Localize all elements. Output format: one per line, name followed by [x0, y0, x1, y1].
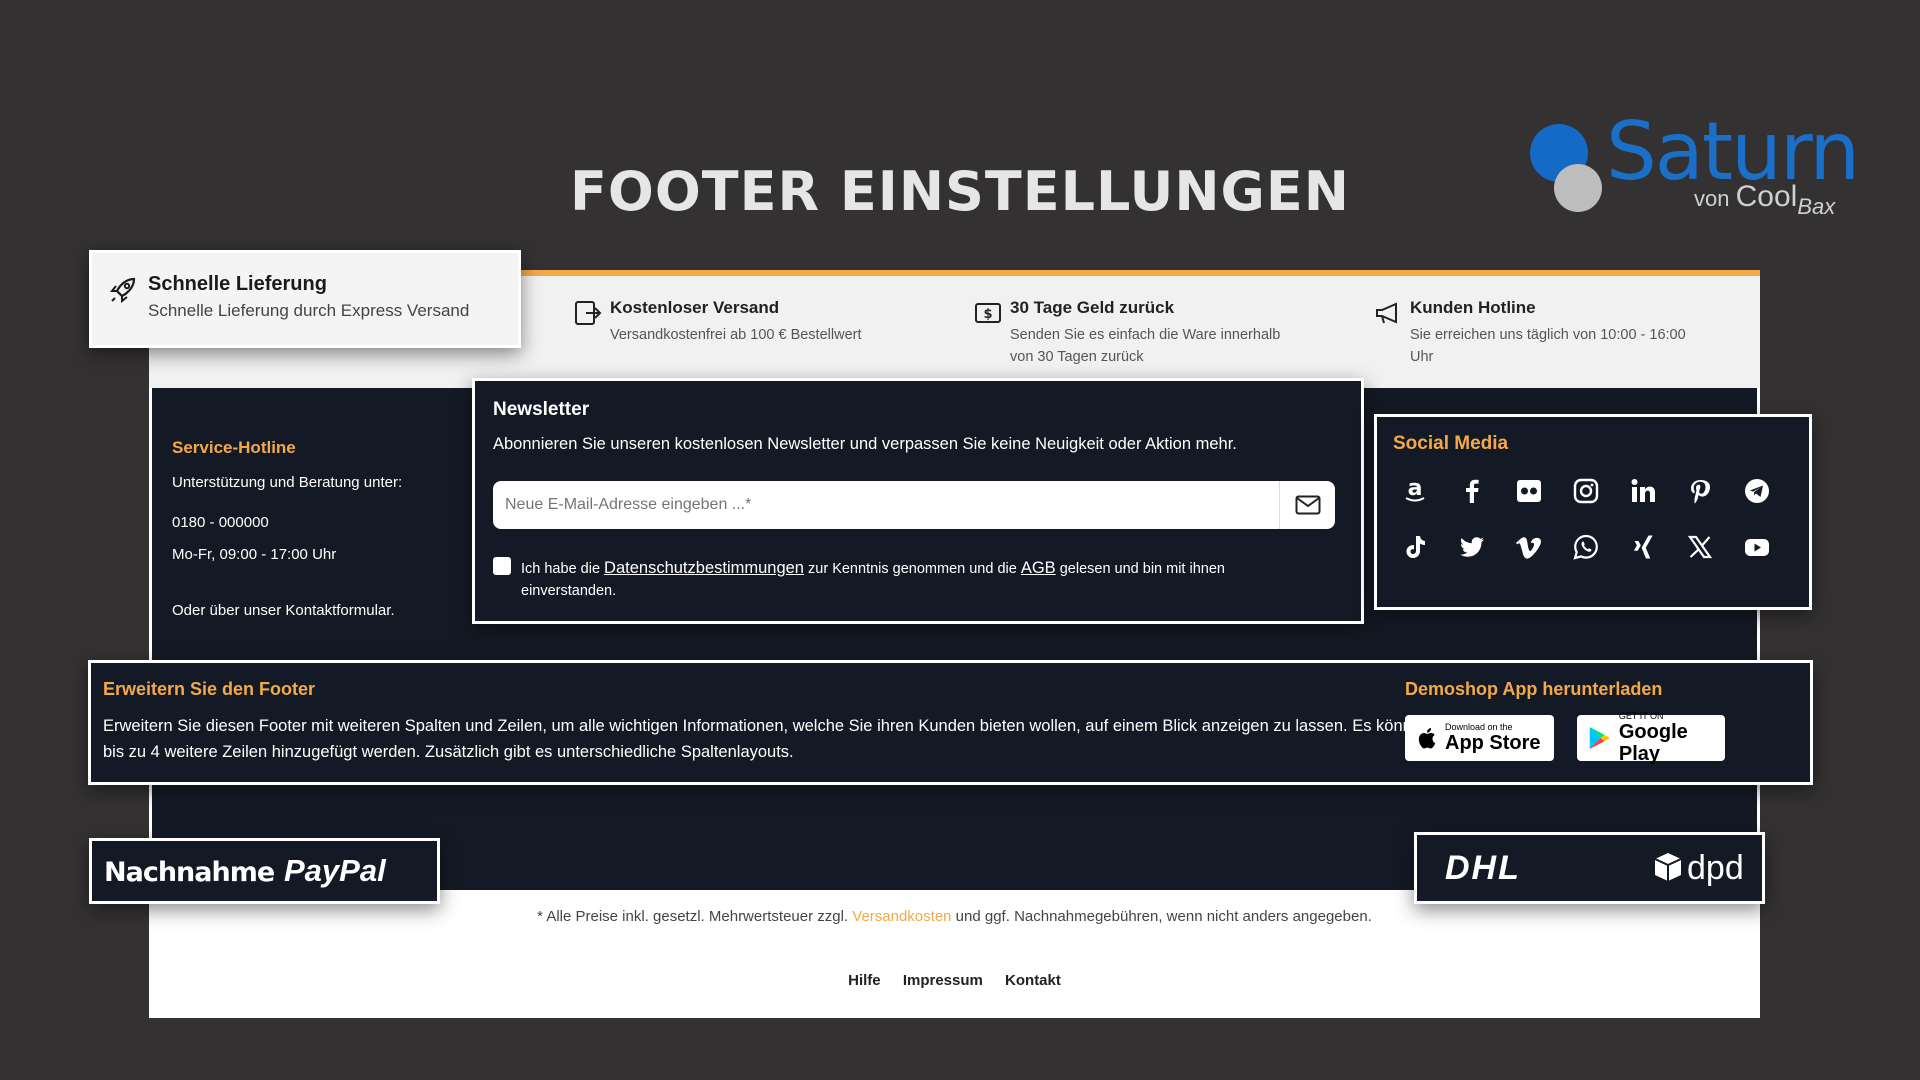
- svg-text:$: $: [983, 307, 992, 322]
- consent-checkbox[interactable]: [493, 557, 511, 575]
- dpd-logo: dpd: [1653, 849, 1744, 888]
- hotline-title: Service-Hotline: [172, 438, 296, 457]
- price-note: * Alle Preise inkl. gesetzl. Mehrwertste…: [149, 908, 1760, 925]
- email-input[interactable]: [505, 481, 1265, 529]
- newsletter-panel: Newsletter Abonnieren Sie unseren kosten…: [472, 378, 1364, 624]
- google-play-big-text: Google Play: [1618, 721, 1688, 765]
- payment-methods-panel: Nachnahme PayPal: [89, 838, 440, 904]
- usp-desc: Sie erreichen uns täglich von 10:00 - 16…: [1410, 324, 1686, 368]
- consent-mid: zur Kenntnis genommen und die: [804, 561, 1021, 577]
- usp-desc-line2: Uhr: [1410, 349, 1434, 365]
- usp-fast-delivery: Schnelle Lieferung Schnelle Lieferung du…: [89, 250, 521, 348]
- dollar-bill-icon: $: [975, 303, 1001, 323]
- note-post: und ggf. Nachnahmegebühren, wenn nicht a…: [951, 908, 1372, 925]
- hotline-contact-link[interactable]: Oder über unser Kontaktformular.: [172, 602, 395, 619]
- note-pre: * Alle Preise inkl. gesetzl. Mehrwertste…: [537, 908, 853, 925]
- envelope-icon: [1295, 495, 1320, 515]
- usp-title: Kunden Hotline: [1410, 298, 1536, 317]
- usp-title: 30 Tage Geld zurück: [1010, 298, 1175, 317]
- dhl-logo: DHL: [1445, 849, 1521, 887]
- box-exit-icon: [575, 301, 602, 325]
- instagram-icon[interactable]: [1568, 473, 1604, 509]
- logo-bax: Bax: [1797, 194, 1836, 219]
- terms-link[interactable]: AGB: [1021, 559, 1056, 577]
- consent-pre: Ich habe die: [521, 561, 605, 577]
- logo-gray-circle: [1554, 164, 1602, 212]
- social-icons: a: [1397, 473, 1797, 565]
- dpd-text: dpd: [1687, 849, 1744, 887]
- xing-icon[interactable]: [1625, 529, 1661, 565]
- service-hotline: Service-Hotline Unterstützung und Beratu…: [172, 438, 402, 619]
- app-download-title: Demoshop App herunterladen: [1405, 679, 1663, 699]
- amazon-icon[interactable]: a: [1397, 473, 1433, 509]
- usp-desc: Senden Sie es einfach die Ware innerhalb…: [1010, 324, 1280, 368]
- twitter-icon[interactable]: [1454, 529, 1490, 565]
- usp-title: Kostenloser Versand: [610, 298, 780, 317]
- megaphone-icon: [1376, 302, 1397, 324]
- usp-desc: Schnelle Lieferung durch Express Versand: [148, 301, 470, 320]
- usp-desc-line1: Sie erreichen uns täglich von 10:00 - 16…: [1410, 327, 1686, 343]
- youtube-icon[interactable]: [1739, 529, 1775, 565]
- google-play-badge[interactable]: GET IT ON Google Play: [1577, 711, 1725, 765]
- social-media-panel: Social Media a: [1374, 414, 1812, 610]
- facebook-icon[interactable]: [1454, 473, 1490, 509]
- privacy-link[interactable]: Datenschutzbestimmungen: [604, 559, 804, 577]
- vimeo-icon[interactable]: [1511, 529, 1547, 565]
- logo-cool: Cool: [1735, 180, 1798, 213]
- shipping-costs-link[interactable]: Versandkosten: [852, 908, 951, 925]
- extend-footer-panel: Erweitern Sie den Footer Erweitern Sie d…: [88, 660, 1813, 785]
- usp-desc-line1: Senden Sie es einfach die Ware innerhalb: [1010, 327, 1281, 343]
- imprint-link[interactable]: Impressum: [903, 972, 983, 989]
- whatsapp-icon[interactable]: [1568, 529, 1604, 565]
- newsletter-title: Newsletter: [493, 399, 590, 420]
- app-store-big-text: App Store: [1445, 732, 1541, 754]
- logo-von: von: [1694, 186, 1730, 211]
- dpd-cube-icon: [1654, 853, 1682, 881]
- google-play-small-text: GET IT ON: [1618, 711, 1664, 721]
- contact-link[interactable]: Kontakt: [1005, 972, 1061, 989]
- social-title: Social Media: [1393, 433, 1509, 454]
- x-icon[interactable]: [1682, 529, 1718, 565]
- extend-title: Erweitern Sie den Footer: [103, 679, 316, 699]
- help-link[interactable]: Hilfe: [848, 972, 881, 989]
- extend-desc: Erweitern Sie diesen Footer mit weiteren…: [103, 717, 1431, 761]
- app-store-badge[interactable]: Download on the App Store: [1405, 715, 1554, 761]
- hotline-line: Unterstützung und Beratung unter:: [172, 474, 403, 491]
- hotline-hours: Mo-Fr, 09:00 - 17:00 Uhr: [172, 546, 337, 563]
- cash-on-delivery-logo: Nachnahme: [104, 857, 275, 888]
- app-store-small-text: Download on the: [1445, 722, 1513, 732]
- telegram-icon[interactable]: [1739, 473, 1775, 509]
- logo-sub: von CoolBax: [1694, 180, 1835, 219]
- flickr-icon[interactable]: [1511, 473, 1547, 509]
- linkedin-icon[interactable]: [1625, 473, 1661, 509]
- subscribe-button[interactable]: [1279, 481, 1335, 529]
- rocket-icon: [109, 277, 136, 304]
- apple-icon: [1418, 728, 1436, 749]
- consent-text: Ich habe die Datenschutzbestimmungen zur…: [521, 557, 1321, 602]
- hotline-phone[interactable]: 0180 - 000000: [172, 514, 269, 531]
- usp-desc: Versandkostenfrei ab 100 € Bestellwert: [610, 327, 862, 343]
- saturn-logo: Saturn von CoolBax: [1528, 112, 1860, 222]
- svg-text:a: a: [1408, 477, 1423, 501]
- newsletter-desc: Abonnieren Sie unseren kostenlosen Newsl…: [493, 435, 1237, 453]
- usp-title: Schnelle Lieferung: [148, 273, 327, 295]
- footer-links: Hilfe Impressum Kontakt: [149, 972, 1760, 989]
- shipping-methods-panel: DHL dpd: [1414, 832, 1765, 904]
- tiktok-icon[interactable]: [1397, 529, 1433, 565]
- paypal-logo: PayPal: [284, 853, 386, 888]
- newsletter-field: [493, 481, 1335, 529]
- usp-desc-line2: von 30 Tagen zurück: [1010, 349, 1144, 365]
- pinterest-icon[interactable]: [1682, 473, 1718, 509]
- google-play-icon: [1589, 726, 1610, 750]
